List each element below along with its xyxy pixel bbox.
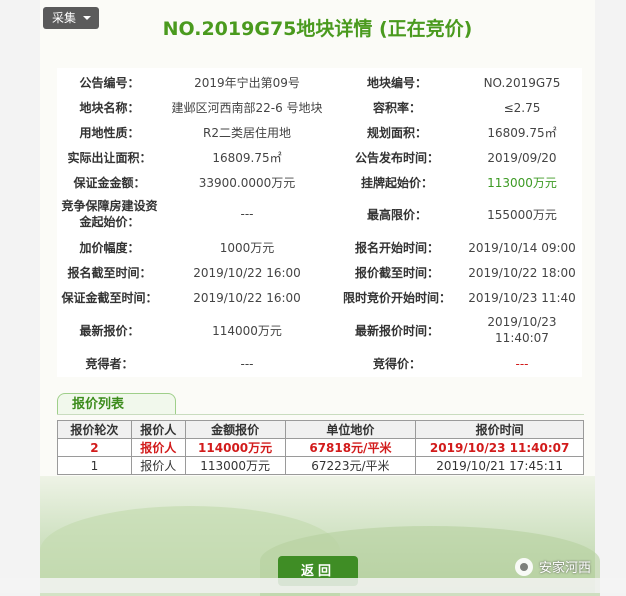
table-row: 1 报价人 113000万元 67223元/平米 2019/10/21 17:4… xyxy=(57,456,584,475)
info-row: 加价幅度： 1000万元 报名开始时间： 2019/10/14 09:00 xyxy=(57,235,582,260)
value-registration-end: 2019/10/22 16:00 xyxy=(193,265,301,280)
cell-bidder: 报价人 xyxy=(130,438,186,457)
value-latest-bid-time: 2019/10/23 11:40:07 xyxy=(487,315,557,345)
label-actual-area: 实际出让面积： xyxy=(67,151,152,165)
info-row: 报名截至时间： 2019/10/22 16:00 报价截至时间： 2019/10… xyxy=(57,260,582,285)
label-deposit-deadline: 保证金截至时间： xyxy=(61,291,158,305)
value-announcement-no: 2019年宁出第09号 xyxy=(194,76,300,90)
watermark-text: 安家河西 xyxy=(539,561,592,576)
value-increment: 1000万元 xyxy=(219,241,275,255)
parcel-info-card: 公告编号： 2019年宁出第09号 地块编号： NO.2019G75 地块名称：… xyxy=(57,68,582,377)
label-deposit: 保证金金额： xyxy=(73,176,146,190)
value-plot-ratio: ≤2.75 xyxy=(503,100,541,115)
value-land-use: R2二类居住用地 xyxy=(203,126,291,140)
value-timed-bid-start: 2019/10/23 11:40 xyxy=(468,290,576,305)
value-winning-price: --- xyxy=(515,356,529,371)
label-starting-price: 挂牌起始价： xyxy=(360,176,433,190)
label-timed-bid-start: 限时竞价开始时间： xyxy=(342,291,451,305)
watermark: 安家河西 xyxy=(515,557,591,576)
table-row: 2 报价人 114000万元 67818元/平米 2019/10/23 11:4… xyxy=(57,438,584,457)
left-margin xyxy=(0,0,40,593)
label-max-price: 最高限价： xyxy=(366,207,427,222)
label-winner: 竞得者： xyxy=(85,357,134,371)
table-header-row: 报价轮次 报价人 金额报价 单位地价 报价时间 xyxy=(57,420,584,439)
tab-bid-list[interactable]: 报价列表 xyxy=(57,393,176,415)
column-header-amount: 金额报价 xyxy=(184,420,286,439)
tab-divider xyxy=(57,414,584,415)
label-land-use: 用地性质： xyxy=(79,126,140,140)
info-row: 最新报价： 114000万元 最新报价时间： 2019/10/23 11:40:… xyxy=(57,310,582,350)
info-row: 实际出让面积： 16809.75㎡ 公告发布时间： 2019/09/20 xyxy=(57,145,582,170)
value-latest-bid: 114000万元 xyxy=(212,323,282,338)
value-actual-area: 16809.75㎡ xyxy=(212,151,282,165)
value-publish-time: 2019/09/20 xyxy=(487,150,557,165)
info-row: 竞争保障房建设资金起始价： --- 最高限价： 155000万元 xyxy=(57,195,582,233)
column-header-unit-price: 单位地价 xyxy=(284,420,417,439)
cell-bidder: 报价人 xyxy=(130,456,186,475)
cell-bid-time: 2019/10/21 17:45:11 xyxy=(415,456,584,475)
value-starting-price: 113000万元 xyxy=(487,176,557,190)
label-winning-price: 竞得价： xyxy=(372,357,421,371)
info-row: 用地性质： R2二类居住用地 规划面积： 16809.75㎡ xyxy=(57,120,582,145)
wechat-icon xyxy=(515,557,533,576)
label-latest-bid-time: 最新报价时间： xyxy=(354,323,439,338)
cell-amount: 114000万元 xyxy=(184,438,286,457)
cell-unit-price: 67223元/平米 xyxy=(284,456,417,475)
info-row: 竞得者： --- 竞得价： --- xyxy=(57,351,582,376)
value-winner: --- xyxy=(240,356,254,371)
column-header-round: 报价轮次 xyxy=(57,420,132,439)
cell-round: 2 xyxy=(57,438,132,457)
value-parcel-name: 建邺区河西南部22-6 号地块 xyxy=(171,101,323,115)
label-announcement-no: 公告编号： xyxy=(79,76,140,90)
label-registration-end: 报名截至时间： xyxy=(67,266,152,280)
label-housing-fund-start: 竞争保障房建设资金起始价： xyxy=(61,199,158,229)
label-increment: 加价幅度： xyxy=(79,241,140,255)
cell-bid-time: 2019/10/23 11:40:07 xyxy=(415,438,584,457)
info-row: 地块名称： 建邺区河西南部22-6 号地块 容积率： ≤2.75 xyxy=(57,95,582,120)
label-latest-bid: 最新报价： xyxy=(79,323,140,338)
label-registration-start: 报名开始时间： xyxy=(354,241,439,255)
label-planned-area: 规划面积： xyxy=(366,126,427,140)
bid-table: 报价轮次 报价人 金额报价 单位地价 报价时间 2 报价人 114000万元 6… xyxy=(57,420,584,475)
cell-round: 1 xyxy=(57,456,132,475)
value-max-price: 155000万元 xyxy=(487,207,557,222)
value-planned-area: 16809.75㎡ xyxy=(487,126,557,140)
column-header-bidder: 报价人 xyxy=(130,420,186,439)
page-title: NO.2019G75地块详情 (正在竞价) xyxy=(162,18,473,40)
value-registration-start: 2019/10/14 09:00 xyxy=(468,240,576,255)
value-housing-fund-start: --- xyxy=(240,207,254,221)
label-bid-end: 报价截至时间： xyxy=(354,266,439,280)
value-deposit: 33900.0000万元 xyxy=(198,176,296,190)
label-publish-time: 公告发布时间： xyxy=(354,151,439,165)
info-row: 保证金截至时间： 2019/10/22 16:00 限时竞价开始时间： 2019… xyxy=(57,285,582,310)
value-deposit-deadline: 2019/10/22 16:00 xyxy=(193,290,301,305)
value-parcel-no: NO.2019G75 xyxy=(483,75,561,90)
info-row: 公告编号： 2019年宁出第09号 地块编号： NO.2019G75 xyxy=(57,70,582,95)
label-plot-ratio: 容积率： xyxy=(372,101,421,115)
info-row: 保证金金额： 33900.0000万元 挂牌起始价： 113000万元 xyxy=(57,170,582,195)
cell-amount: 113000万元 xyxy=(184,456,286,475)
value-bid-end: 2019/10/22 18:00 xyxy=(468,265,576,280)
column-header-bid-time: 报价时间 xyxy=(415,420,584,439)
label-parcel-name: 地块名称： xyxy=(79,101,140,115)
cell-unit-price: 67818元/平米 xyxy=(284,438,417,457)
bottom-bar xyxy=(0,578,626,593)
label-parcel-no: 地块编号： xyxy=(366,76,427,90)
